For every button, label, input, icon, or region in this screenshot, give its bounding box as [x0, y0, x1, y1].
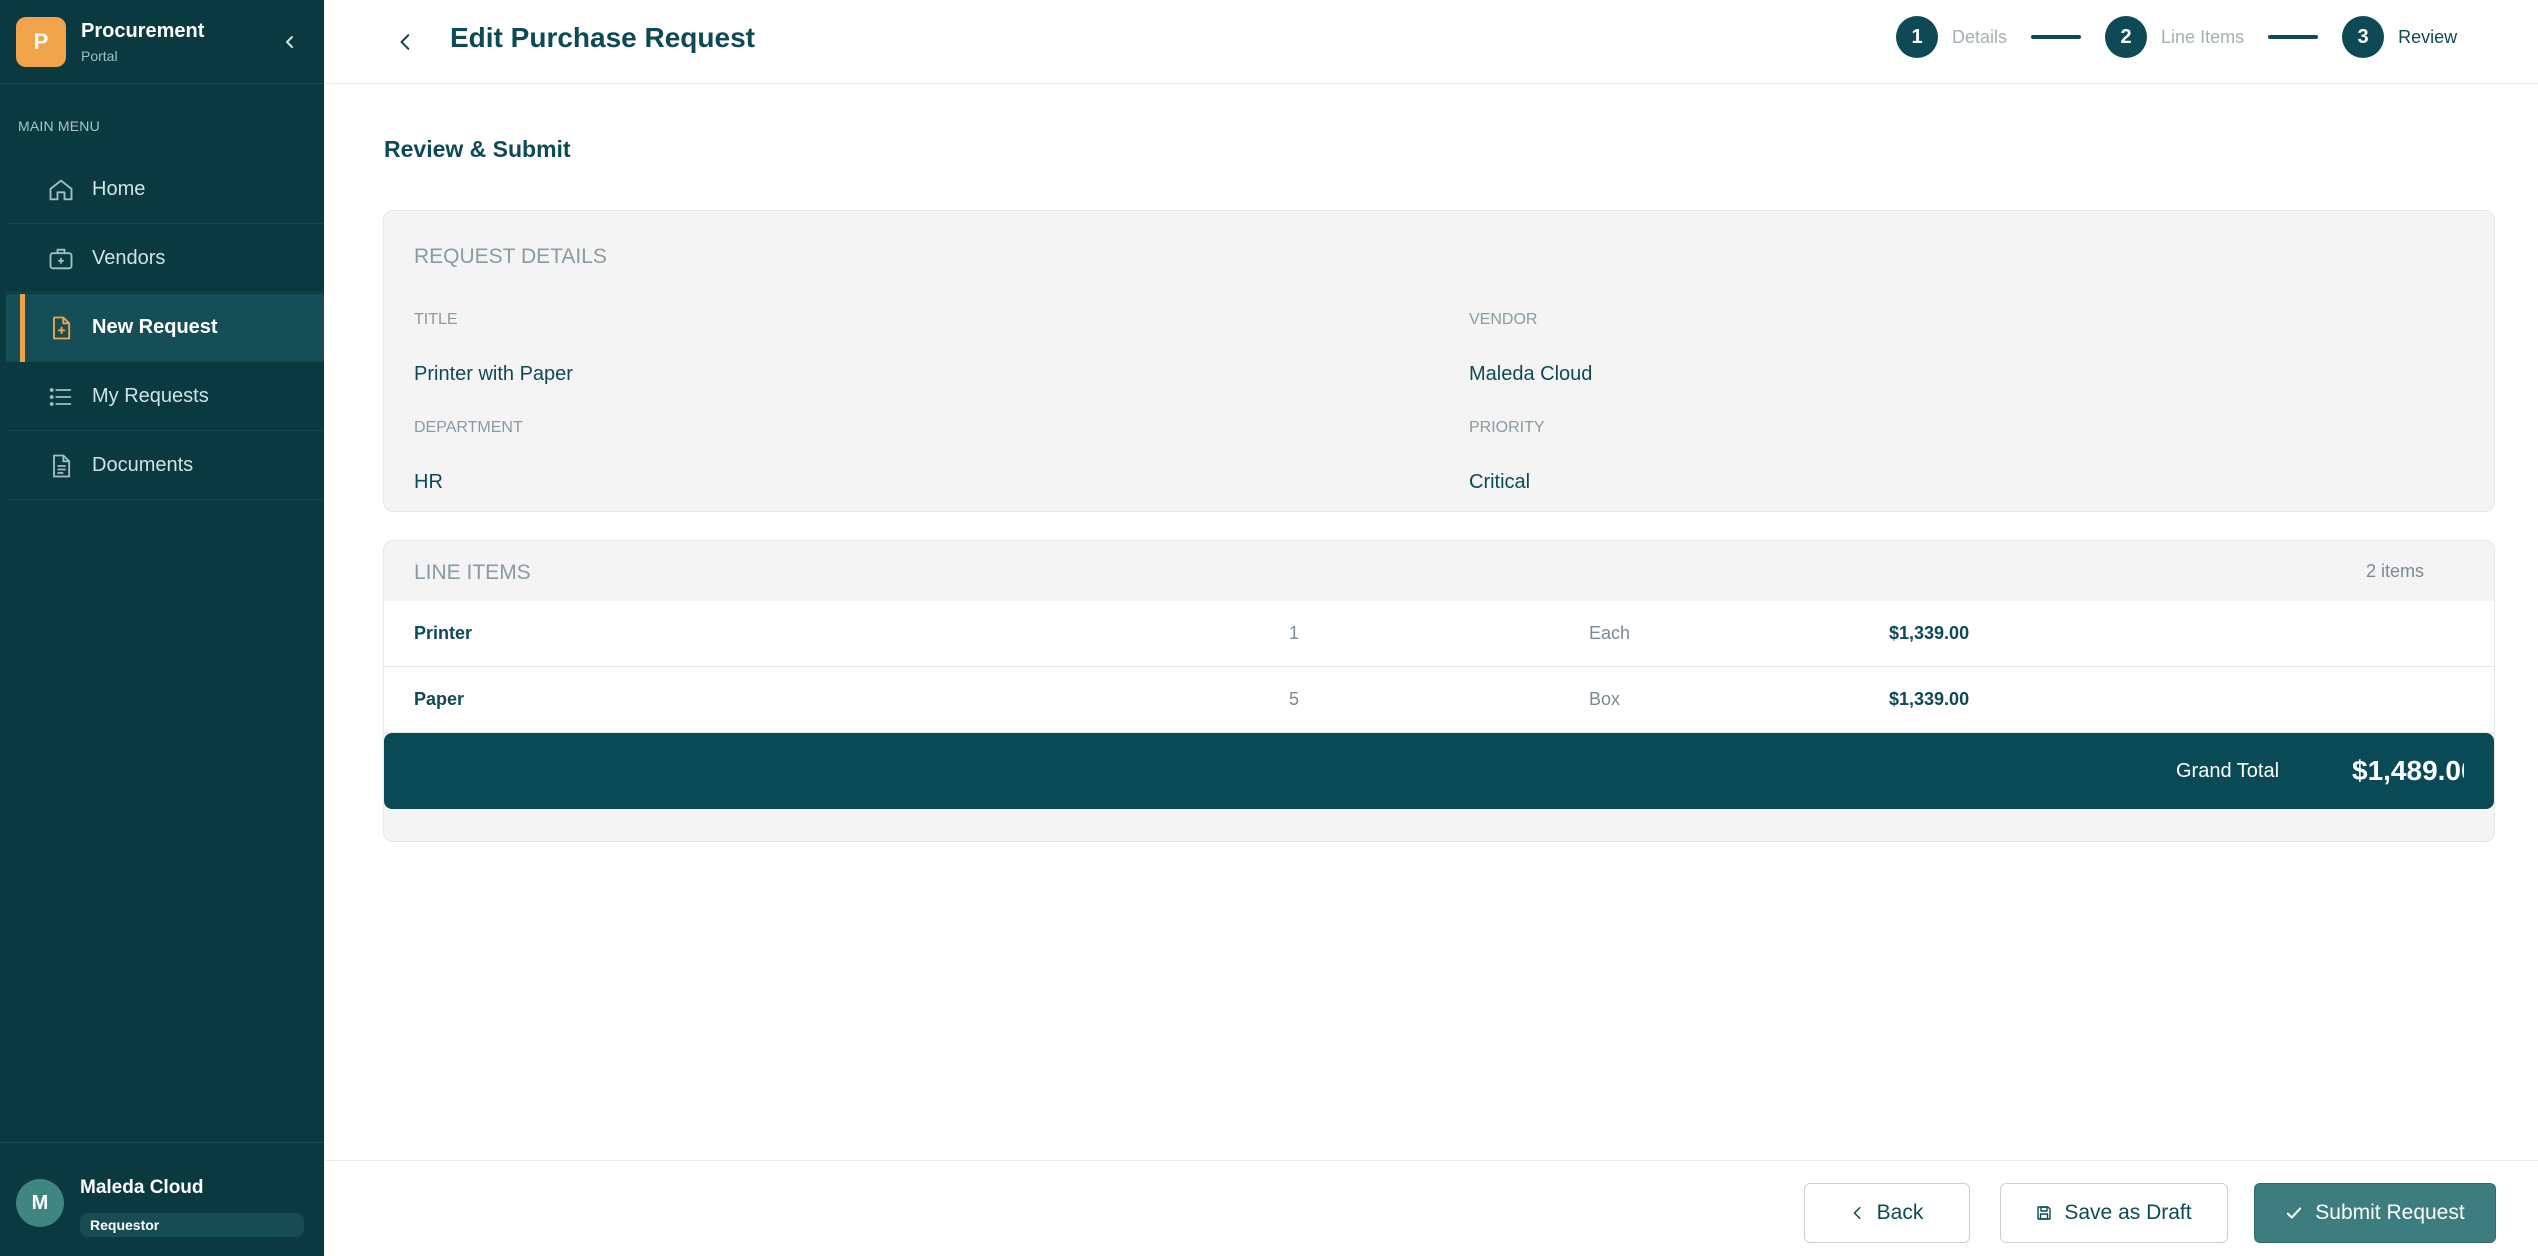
department-label: DEPARTMENT [414, 419, 523, 436]
grand-total-value: $1,489.00 [2352, 755, 2464, 786]
list-icon [46, 382, 76, 412]
title-label: TITLE [414, 311, 458, 328]
request-details-card: REQUEST DETAILS TITLE Printer with Paper… [383, 210, 2495, 512]
sidebar-item-home[interactable]: Home [6, 156, 324, 224]
grand-total-label: Grand Total [2176, 760, 2280, 782]
sidebar: P Procurement Portal MAIN MENU Home Vend… [0, 0, 324, 1256]
sidebar-item-label: Vendors [92, 247, 166, 269]
step-details[interactable]: 1 Details [1896, 16, 2007, 58]
sidebar-item-my-requests[interactable]: My Requests [6, 363, 324, 431]
check-icon [2285, 1204, 2303, 1222]
step-label: Line Items [2161, 26, 2245, 47]
user-role-badge: Requestor [80, 1213, 304, 1237]
step-label: Details [1952, 26, 2008, 47]
sidebar-item-new-request[interactable]: New Request [6, 294, 324, 362]
step-connector [2031, 35, 2082, 39]
submit-request-label: Submit Request [2315, 1201, 2465, 1224]
section-title: Review & Submit [384, 136, 571, 162]
table-row: Printer 1 Each $1,339.00 [384, 601, 2494, 667]
priority-value: Critical [1469, 471, 1531, 493]
request-details-heading: REQUEST DETAILS [414, 245, 607, 268]
sidebar-item-documents[interactable]: Documents [6, 432, 324, 500]
user-name: Maleda Cloud [80, 1177, 204, 1198]
file-plus-icon [46, 313, 76, 343]
item-qty: 1 [1289, 623, 1300, 643]
sidebar-item-label: New Request [92, 316, 218, 338]
step-review[interactable]: 3 Review [2342, 16, 2457, 58]
brand-name: Procurement [81, 19, 205, 42]
step-connector [2268, 35, 2319, 39]
user-profile[interactable]: M Maleda Cloud Requestor [0, 1142, 324, 1256]
item-name: Printer [414, 623, 473, 643]
item-unit: Box [1589, 689, 1621, 709]
page-title: Edit Purchase Request [450, 22, 755, 53]
step-number: 3 [2342, 16, 2385, 58]
avatar: M [16, 1179, 64, 1227]
vendor-label: VENDOR [1469, 311, 1538, 328]
vendor-value: Maleda Cloud [1469, 363, 1593, 385]
submit-request-button[interactable]: Submit Request [2254, 1183, 2496, 1243]
title-value: Printer with Paper [414, 363, 573, 385]
brand-subtitle: Portal [81, 47, 118, 64]
chevron-left-icon [1851, 1206, 1865, 1220]
back-nav-button[interactable] [386, 22, 426, 62]
home-icon [46, 175, 76, 205]
step-number: 1 [1896, 16, 1938, 58]
item-unit: Each [1589, 623, 1631, 643]
collapse-sidebar-button[interactable] [270, 22, 310, 62]
department-value: HR [414, 471, 443, 493]
briefcase-icon [46, 244, 76, 274]
save-draft-label: Save as Draft [2064, 1201, 2192, 1224]
back-button[interactable]: Back [1804, 1183, 1970, 1243]
grand-total-bar: Grand Total $1,489.00 [384, 733, 2494, 809]
priority-label: PRIORITY [1469, 419, 1545, 436]
step-line-items[interactable]: 2 Line Items [2105, 16, 2244, 58]
table-row: Paper 5 Box $1,339.00 [384, 667, 2494, 733]
document-icon [46, 451, 76, 481]
line-items-count: 2 items [2365, 561, 2424, 581]
sidebar-item-vendors[interactable]: Vendors [6, 225, 324, 293]
brand: P Procurement Portal [0, 0, 324, 84]
brand-logo: P [16, 16, 66, 67]
back-button-label: Back [1876, 1201, 1924, 1224]
save-draft-button[interactable]: Save as Draft [2000, 1183, 2228, 1243]
save-icon [2036, 1205, 2052, 1221]
line-items-heading: LINE ITEMS [414, 561, 531, 584]
main-nav: Home Vendors New Request My Requests Doc… [0, 156, 324, 501]
menu-label: MAIN MENU [18, 118, 100, 134]
sidebar-item-label: My Requests [92, 385, 209, 407]
item-qty: 5 [1289, 689, 1300, 709]
step-number: 2 [2105, 16, 2148, 58]
chevron-left-icon [400, 34, 410, 50]
sidebar-item-label: Documents [92, 454, 194, 476]
sidebar-item-label: Home [92, 178, 146, 200]
stepper: 1 Details 2 Line Items 3 Review [1896, 16, 2457, 58]
item-name: Paper [414, 689, 465, 709]
chevron-left-icon [286, 36, 293, 48]
step-label: Review [2398, 26, 2458, 47]
line-items-card: LINE ITEMS 2 items Printer 1 Each $1,339… [383, 540, 2495, 842]
page-header: Edit Purchase Request 1 Details 2 Line I… [324, 0, 2538, 84]
action-footer: Back Save as Draft Submit Request [324, 1160, 2538, 1256]
item-price: $1,339.00 [1889, 623, 1970, 643]
item-price: $1,339.00 [1889, 689, 1970, 709]
